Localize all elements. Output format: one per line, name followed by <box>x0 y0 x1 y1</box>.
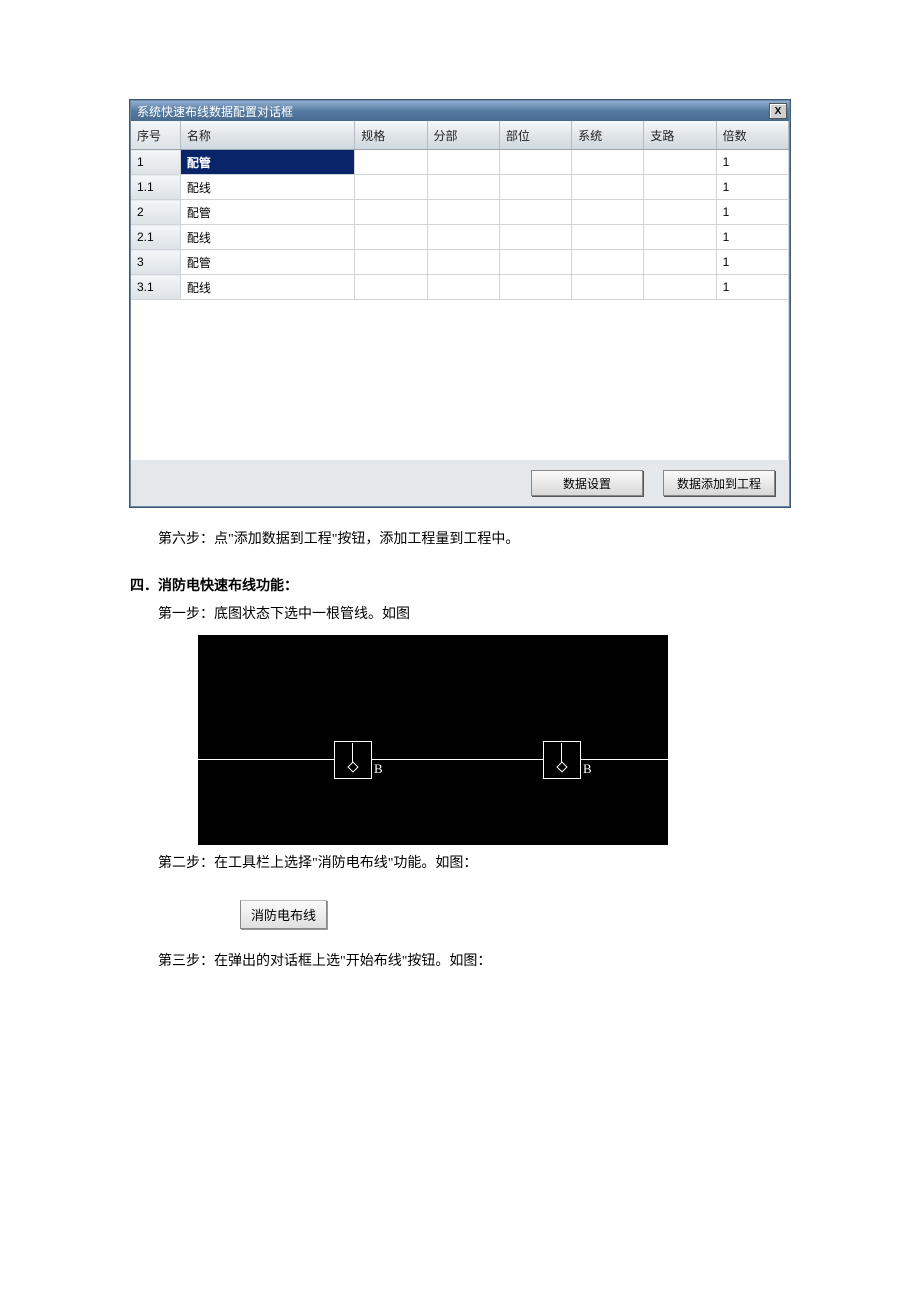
fire-wiring-button[interactable]: 消防电布线 <box>240 900 327 929</box>
cell-name[interactable]: 配线 <box>180 275 354 300</box>
cell-spec[interactable] <box>355 200 427 225</box>
cad-figure: B B <box>198 635 668 845</box>
col-mult[interactable]: 倍数 <box>716 121 788 150</box>
cell-mult[interactable]: 1 <box>716 225 788 250</box>
cad-label-1: B <box>374 761 383 777</box>
cell-name[interactable]: 配管 <box>180 200 354 225</box>
col-sys[interactable]: 系统 <box>572 121 644 150</box>
add-to-project-button[interactable]: 数据添加到工程 <box>663 470 775 496</box>
cell-pos[interactable] <box>499 250 571 275</box>
step2-text: 第二步：在工具栏上选择"消防电布线"功能。如图： <box>158 851 790 878</box>
table-row[interactable]: 3.1配线 1 <box>131 275 789 300</box>
cell-idx[interactable]: 2 <box>131 200 180 225</box>
dialog-title: 系统快速布线数据配置对话框 <box>137 103 293 120</box>
cell-branch[interactable] <box>644 250 716 275</box>
cell-name[interactable]: 配线 <box>180 175 354 200</box>
cell-spec[interactable] <box>355 250 427 275</box>
step1-text: 第一步：底图状态下选中一根管线。如图 <box>158 602 790 629</box>
cell-mult[interactable]: 1 <box>716 250 788 275</box>
cell-spec[interactable] <box>355 150 427 175</box>
data-grid[interactable]: 序号 名称 规格 分部 部位 系统 支路 倍数 1配管11.1配线12配管12.… <box>131 121 789 460</box>
step6-text: 第六步：点"添加数据到工程"按钮，添加工程量到工程中。 <box>158 527 790 554</box>
table-row[interactable]: 2配管 1 <box>131 200 789 225</box>
cad-label-2: B <box>583 761 592 777</box>
cell-name[interactable]: 配管 <box>180 250 354 275</box>
cell-idx[interactable]: 3 <box>131 250 180 275</box>
col-div[interactable]: 分部 <box>427 121 499 150</box>
cell-div[interactable] <box>427 250 499 275</box>
cell-sys[interactable] <box>572 150 644 175</box>
titlebar[interactable]: 系统快速布线数据配置对话框 X <box>131 101 789 121</box>
cell-idx[interactable]: 1.1 <box>131 175 180 200</box>
table-row[interactable]: 1配管1 <box>131 150 789 175</box>
cell-spec[interactable] <box>355 175 427 200</box>
cell-sys[interactable] <box>572 275 644 300</box>
cell-idx[interactable]: 1 <box>131 150 180 175</box>
cell-mult[interactable]: 1 <box>716 175 788 200</box>
cad-box-1 <box>334 741 372 779</box>
cell-sys[interactable] <box>572 225 644 250</box>
cell-branch[interactable] <box>644 200 716 225</box>
cell-branch[interactable] <box>644 275 716 300</box>
col-idx[interactable]: 序号 <box>131 121 180 150</box>
cell-pos[interactable] <box>499 200 571 225</box>
cell-pos[interactable] <box>499 175 571 200</box>
grid-blank <box>131 300 789 460</box>
cell-div[interactable] <box>427 175 499 200</box>
cell-branch[interactable] <box>644 225 716 250</box>
cell-name[interactable]: 配线 <box>180 225 354 250</box>
cell-pos[interactable] <box>499 225 571 250</box>
step3-text: 第三步：在弹出的对话框上选"开始布线"按钮。如图： <box>158 949 790 976</box>
cad-dashed-line <box>368 759 548 760</box>
cell-sys[interactable] <box>572 175 644 200</box>
col-name[interactable]: 名称 <box>180 121 354 150</box>
cell-div[interactable] <box>427 275 499 300</box>
cell-idx[interactable]: 3.1 <box>131 275 180 300</box>
cell-mult[interactable]: 1 <box>716 200 788 225</box>
cell-branch[interactable] <box>644 150 716 175</box>
cell-spec[interactable] <box>355 225 427 250</box>
col-pos[interactable]: 部位 <box>499 121 571 150</box>
cell-name[interactable]: 配管 <box>180 150 354 175</box>
section4-heading: 四．消防电快速布线功能： <box>130 572 790 603</box>
col-branch[interactable]: 支路 <box>644 121 716 150</box>
table-row[interactable]: 3配管 1 <box>131 250 789 275</box>
header-row: 序号 名称 规格 分部 部位 系统 支路 倍数 <box>131 121 789 150</box>
cell-div[interactable] <box>427 225 499 250</box>
cad-box-2 <box>543 741 581 779</box>
button-row: 数据设置 数据添加到工程 <box>131 460 789 506</box>
config-dialog: 系统快速布线数据配置对话框 X 序号 名称 规格 分部 部位 系统 支路 倍数 <box>130 100 790 507</box>
cell-pos[interactable] <box>499 150 571 175</box>
cell-sys[interactable] <box>572 250 644 275</box>
table-row[interactable]: 1.1配线 1 <box>131 175 789 200</box>
cell-branch[interactable] <box>644 175 716 200</box>
col-spec[interactable]: 规格 <box>355 121 427 150</box>
cell-mult[interactable]: 1 <box>716 275 788 300</box>
cell-pos[interactable] <box>499 275 571 300</box>
data-settings-button[interactable]: 数据设置 <box>531 470 643 496</box>
cell-div[interactable] <box>427 200 499 225</box>
cell-div[interactable] <box>427 150 499 175</box>
close-icon[interactable]: X <box>769 103 787 119</box>
cell-mult[interactable]: 1 <box>716 150 788 175</box>
cell-idx[interactable]: 2.1 <box>131 225 180 250</box>
table-row[interactable]: 2.1配线 1 <box>131 225 789 250</box>
cell-spec[interactable] <box>355 275 427 300</box>
cell-sys[interactable] <box>572 200 644 225</box>
